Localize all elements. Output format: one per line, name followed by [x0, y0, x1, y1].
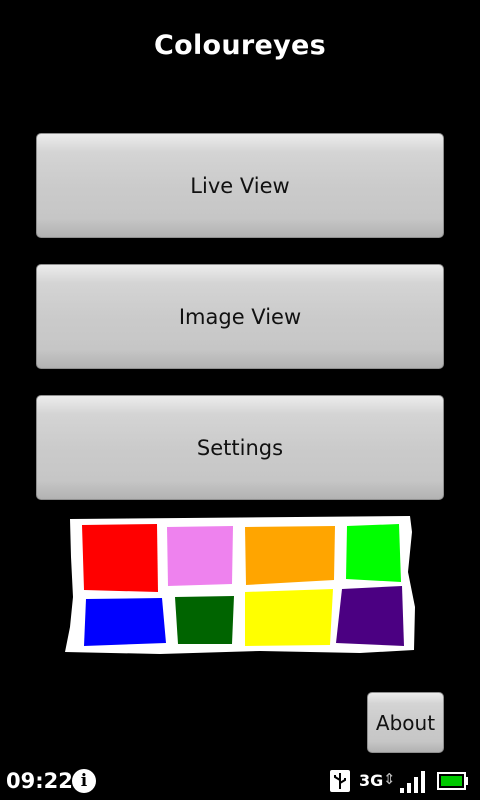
app-screen: Coloureyes Live View Image View Settings…: [0, 0, 480, 800]
status-bar: 09:22 i 3G ⇕: [0, 762, 480, 800]
swatch-indigo: [336, 586, 404, 646]
data-arrows-icon: ⇕: [383, 770, 396, 788]
battery-icon: [437, 772, 468, 790]
swatch-pink: [167, 526, 233, 586]
usb-icon: [330, 770, 350, 792]
settings-button[interactable]: Settings: [36, 395, 444, 500]
image-view-button[interactable]: Image View: [36, 264, 444, 369]
swatch-blue: [84, 598, 166, 646]
swatch-yellow: [245, 589, 333, 646]
swatch-red: [82, 524, 158, 592]
app-title: Coloureyes: [153, 30, 326, 61]
live-view-button[interactable]: Live View: [36, 133, 444, 238]
swatch-dark-green: [175, 596, 234, 644]
info-icon: i: [72, 769, 96, 793]
network-type-label: 3G: [359, 771, 384, 790]
about-button[interactable]: About: [367, 692, 444, 753]
signal-icon: [400, 771, 425, 793]
palette-svg: [65, 516, 415, 654]
colour-palette-image: [60, 512, 420, 660]
status-clock: 09:22: [6, 769, 73, 793]
swatch-orange: [245, 526, 335, 585]
swatch-green: [346, 524, 401, 582]
